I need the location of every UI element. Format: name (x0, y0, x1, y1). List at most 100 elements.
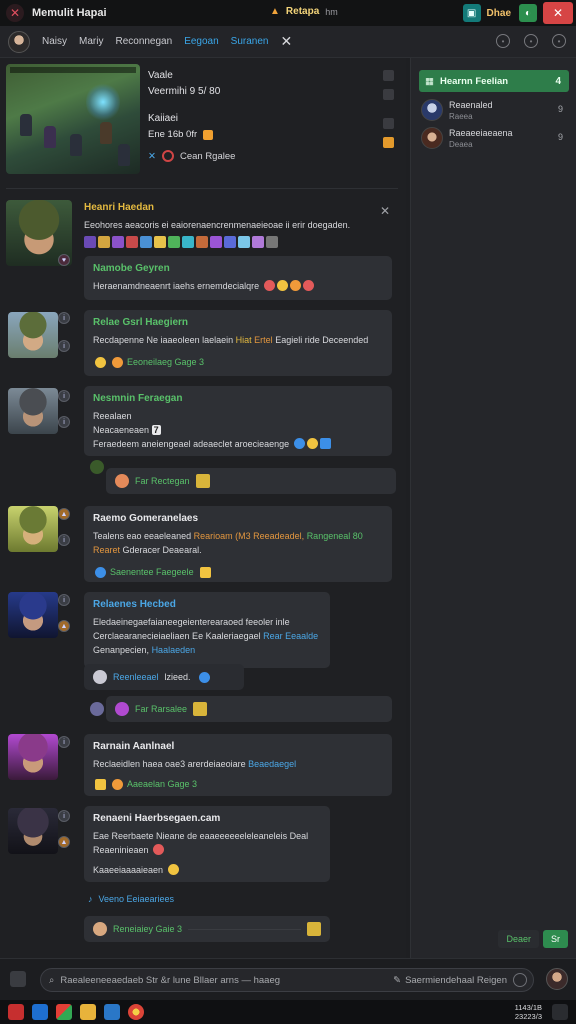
reaction-pill[interactable]: Far Rarsalee (106, 696, 392, 722)
store-icon[interactable] (56, 1004, 72, 1020)
message-author[interactable]: Namobe Geyren (93, 263, 383, 274)
checkbox-icon[interactable] (383, 70, 394, 81)
reaction-label[interactable]: Saenentee Faegeele (110, 565, 194, 579)
start-icon[interactable] (8, 1004, 24, 1020)
chat-message: Relae Gsrl Haegiern Recdapenne Ne iaaeol… (84, 310, 392, 376)
message-author[interactable]: Nesmnin Feraegan (93, 393, 383, 404)
reaction-label[interactable]: Eeoneilaeg Gage 3 (127, 355, 204, 369)
tab-suranen[interactable]: Suranen (231, 36, 269, 47)
chat-message: Renaeni Haerbsegaen.cam Eae Reerbaete Ni… (84, 806, 330, 882)
message-input[interactable]: ⌕ Raealeeneeaedaeb Str &r lune Bllaer ar… (40, 968, 534, 992)
square-icon[interactable] (383, 118, 394, 129)
avatar[interactable] (8, 506, 58, 552)
avatar[interactable] (8, 30, 30, 53)
primary-button[interactable]: Sr (543, 930, 568, 948)
channel-name: Hearnn Feelian (439, 75, 509, 87)
tab-eegoan[interactable]: Eegoan (184, 36, 218, 47)
reaction-name[interactable]: Far Rarsalee (135, 704, 187, 714)
reply-author[interactable]: Veeno Eeiaeariees (99, 894, 175, 904)
folder-icon[interactable] (80, 1004, 96, 1020)
avatar[interactable] (8, 734, 58, 780)
thread-icon: ♪ (88, 894, 93, 904)
main-feed: Vaale Veermihi 9 5/ 80 Kaiiaei Ene 16b 0… (0, 58, 406, 958)
browser-icon[interactable] (104, 1004, 120, 1020)
settings-icon[interactable]: • (496, 34, 510, 48)
reply-author[interactable]: Reenleeael (113, 672, 159, 682)
avatar[interactable] (546, 968, 568, 990)
app-title: Memulit Hapai (32, 7, 107, 19)
tab-naisy[interactable]: Naisy (42, 36, 67, 47)
tab-mariy[interactable]: Mariy (79, 36, 103, 47)
flag-icon (203, 129, 214, 140)
badge-icon: i (58, 312, 70, 324)
screen-icon[interactable]: ▣ (462, 4, 481, 22)
emoji-icon (112, 356, 123, 368)
square-icon[interactable] (383, 89, 394, 100)
close-tab-icon[interactable]: ✕ (280, 33, 292, 50)
taskbar: 1143/1B 23223/3 (0, 1000, 576, 1024)
message-author[interactable]: Relaenes Hecbed (93, 599, 321, 610)
chat-icon[interactable]: • (524, 34, 538, 48)
message-link[interactable]: Beaedaegel (248, 759, 296, 769)
title-bar: ✕ Memulit Hapai ▲ Retapa hm ▣ Dhae ◐ ✕ (0, 0, 576, 26)
video-thumbnail[interactable] (6, 64, 140, 174)
badge-icon: i (58, 534, 70, 546)
reaction-name[interactable]: Far Rectegan (135, 476, 190, 486)
message-author[interactable]: Relae Gsrl Haegiern (93, 317, 383, 328)
reaction-label[interactable]: Reneiaiey Gaie 3 (113, 924, 182, 934)
play-icon[interactable] (383, 137, 394, 148)
message-text: Gderacer Deaearal. (122, 545, 202, 555)
reaction-label[interactable]: Aaeaelan Gage 3 (127, 777, 197, 791)
badge-icon: ♥ (58, 254, 70, 266)
emoji-picker-icon[interactable] (513, 973, 527, 987)
close-button[interactable]: ✕ (543, 2, 573, 24)
message-author[interactable]: Heanri Haedan (84, 202, 400, 213)
hand-icon (195, 474, 210, 488)
message-author[interactable]: Renaeni Haerbsegaen.cam (93, 813, 321, 824)
badge-icon: ▲ (58, 508, 70, 520)
sub-reply[interactable]: ♪ Veeno Eeiaeariees (88, 894, 174, 904)
chrome-icon[interactable] (128, 1004, 144, 1020)
video-title: Vaale (148, 70, 173, 81)
active-channel[interactable]: ▦ Hearnn Feelian 4 (419, 70, 569, 92)
avatar[interactable] (8, 312, 58, 358)
share-icon[interactable]: ◐ (519, 4, 537, 22)
avatar[interactable] (8, 592, 58, 638)
attach-icon[interactable] (10, 971, 26, 987)
clock[interactable]: 1143/1B 23223/3 (515, 1003, 542, 1021)
right-label: Dhae (486, 7, 511, 19)
reaction-pill[interactable]: Far Rectegan (106, 468, 396, 494)
video-tag[interactable]: Cean Rgalee (180, 151, 235, 162)
emoji-icon (167, 864, 179, 875)
divider (6, 188, 398, 189)
search-app-icon[interactable] (32, 1004, 48, 1020)
message-link[interactable]: Haalaeden (152, 645, 196, 655)
tab-reconnegan[interactable]: Reconnegan (115, 36, 172, 47)
hand-icon (90, 460, 104, 474)
chat-message: Raemo Gomeranelaes Tealens eao eeaeleane… (84, 506, 392, 582)
close-icon[interactable]: ✕ (380, 204, 390, 218)
grid-icon: ▦ (425, 75, 434, 87)
message-highlight: Ertel (254, 335, 273, 345)
record-icon (161, 150, 174, 162)
message-author[interactable]: Rarnain Aanlnael (93, 741, 383, 752)
message-link[interactable]: Rear Eeaalde (263, 631, 318, 641)
warning-icon: ▲ (270, 6, 280, 17)
message-author[interactable]: Raemo Gomeranelaes (93, 513, 383, 524)
list-item[interactable]: Reaenaled Raeea 9 (421, 98, 569, 122)
secondary-button[interactable]: Deaer (498, 930, 539, 948)
list-item[interactable]: Raeaeeiaeaena Deaea 9 (421, 126, 569, 150)
reaction-row (90, 702, 104, 716)
notification-icon[interactable] (552, 1004, 568, 1020)
status-label: Retapa (285, 6, 320, 17)
right-panel: ▦ Hearnn Feelian 4 Reaenaled Raeea 9 Rae… (410, 58, 576, 958)
video-author[interactable]: Kaiiaei (148, 113, 378, 124)
sub-reply[interactable]: Reenleeael lzieed. (84, 664, 244, 690)
more-icon[interactable]: • (552, 34, 566, 48)
reaction-pill[interactable]: Reneiaiey Gaie 3 (84, 916, 330, 942)
clock-time: 1143/1B (514, 1003, 542, 1012)
video-card[interactable]: Vaale Veermihi 9 5/ 80 Kaiiaei Ene 16b 0… (6, 64, 398, 182)
list-item-sub: Deaea (449, 139, 473, 149)
avatar[interactable] (8, 388, 58, 434)
avatar[interactable] (8, 808, 58, 854)
